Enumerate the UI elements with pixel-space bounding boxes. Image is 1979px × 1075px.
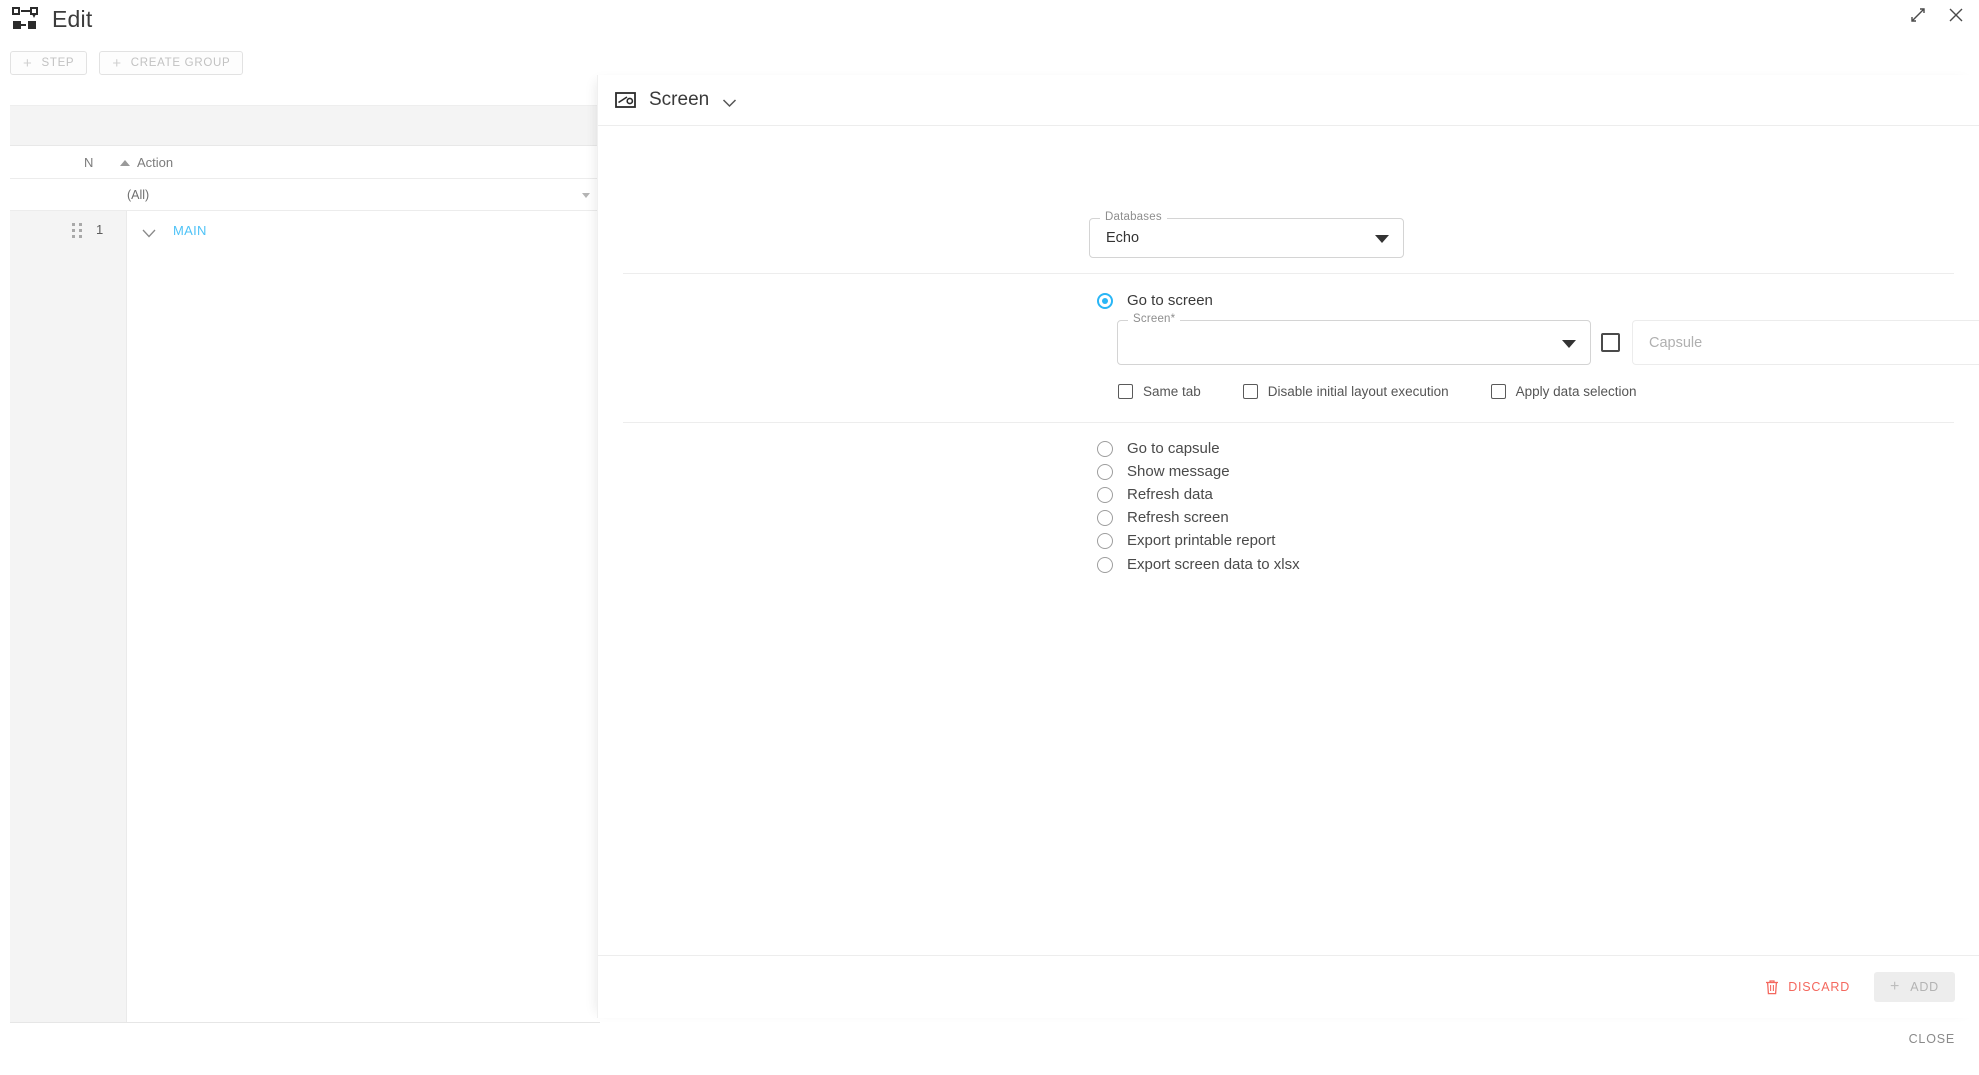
divider bbox=[623, 273, 1954, 274]
screen-icon bbox=[615, 91, 636, 109]
action-filter-value: (All) bbox=[127, 188, 150, 202]
radio-label: Export printable report bbox=[1127, 532, 1276, 549]
row-label-main[interactable]: MAIN bbox=[173, 223, 207, 238]
radio-show-message[interactable]: Show message bbox=[1097, 463, 1230, 480]
column-header-n: N bbox=[84, 155, 94, 170]
chevron-down-icon bbox=[582, 192, 590, 198]
radio-refresh-screen[interactable]: Refresh screen bbox=[1097, 509, 1229, 526]
title-row: Edit bbox=[12, 6, 92, 33]
action-filter-select[interactable]: (All) bbox=[127, 179, 600, 211]
detail-footer: DISCARD + ADD bbox=[598, 955, 1979, 1018]
drag-handle-icon[interactable] bbox=[72, 223, 83, 238]
radio-label: Refresh screen bbox=[1127, 509, 1229, 526]
checkbox-label: Disable initial layout execution bbox=[1267, 384, 1449, 399]
trash-icon bbox=[1765, 979, 1779, 995]
checkbox-label: Same tab bbox=[1143, 384, 1201, 399]
checkbox-same-tab[interactable]: Same tab bbox=[1118, 384, 1201, 399]
close-icon[interactable] bbox=[1947, 6, 1965, 24]
checkbox-apply-data-selection[interactable]: Apply data selection bbox=[1490, 384, 1637, 399]
radio-go-to-capsule[interactable]: Go to capsule bbox=[1097, 440, 1220, 457]
radio-unselected-icon bbox=[1097, 532, 1113, 549]
flow-diagram-icon bbox=[12, 6, 40, 33]
row-number: 1 bbox=[96, 222, 104, 237]
radio-unselected-icon bbox=[1097, 440, 1113, 457]
plus-icon: + bbox=[1890, 978, 1901, 995]
plus-icon: + bbox=[23, 54, 33, 72]
capsule-placeholder: Capsule bbox=[1649, 334, 1703, 351]
divider bbox=[623, 422, 1954, 423]
chevron-down-icon[interactable] bbox=[722, 95, 737, 108]
checkbox-label: Apply data selection bbox=[1515, 384, 1637, 399]
add-step-label: STEP bbox=[41, 57, 75, 69]
radio-unselected-icon bbox=[1097, 556, 1113, 573]
databases-legend: Databases bbox=[1100, 211, 1167, 223]
detail-title: Screen bbox=[649, 89, 710, 110]
checkbox-disable-initial-layout-execution[interactable]: Disable initial layout execution bbox=[1242, 384, 1449, 399]
steps-list-panel: N Action (All) 1 MAIN bbox=[10, 105, 600, 1023]
chevron-down-icon bbox=[1562, 339, 1576, 348]
expand-icon[interactable] bbox=[1909, 6, 1927, 24]
detail-panel: Screen Databases Echo Go to screen Scree… bbox=[597, 75, 1979, 1018]
list-header-row: N Action bbox=[10, 146, 600, 179]
add-step-button[interactable]: + STEP bbox=[10, 51, 88, 75]
create-group-label: CREATE GROUP bbox=[130, 57, 231, 69]
table-row[interactable]: 1 MAIN bbox=[10, 211, 600, 251]
chevron-down-icon[interactable] bbox=[142, 225, 156, 238]
page-title: Edit bbox=[52, 6, 93, 32]
capsule-enable-checkbox[interactable] bbox=[1601, 333, 1620, 352]
list-toolbar bbox=[10, 106, 600, 146]
discard-button[interactable]: DISCARD bbox=[1759, 974, 1856, 1000]
add-label: ADD bbox=[1910, 980, 1939, 994]
screen-options-checkbox-row: Same tab Disable initial layout executio… bbox=[1118, 384, 1636, 399]
list-gutter bbox=[10, 146, 127, 1022]
radio-label: Export screen data to xlsx bbox=[1127, 556, 1300, 573]
chevron-down-icon bbox=[1375, 235, 1389, 243]
editor-toolbar: + STEP + CREATE GROUP bbox=[10, 51, 244, 75]
radio-label: Go to screen bbox=[1127, 292, 1213, 309]
checkbox-icon bbox=[1490, 384, 1506, 399]
checkbox-icon bbox=[1118, 384, 1133, 399]
create-group-button[interactable]: + CREATE GROUP bbox=[99, 51, 244, 75]
discard-label: DISCARD bbox=[1788, 980, 1851, 994]
radio-refresh-data[interactable]: Refresh data bbox=[1097, 486, 1213, 503]
screen-select[interactable]: Screen* bbox=[1117, 313, 1591, 365]
checkbox-icon bbox=[1242, 384, 1258, 399]
sort-ascending-icon bbox=[120, 159, 130, 166]
column-header-action[interactable]: Action bbox=[120, 155, 173, 170]
window-controls bbox=[1909, 6, 1965, 24]
column-header-action-label: Action bbox=[137, 155, 174, 170]
radio-label: Show message bbox=[1127, 463, 1230, 480]
plus-icon: + bbox=[112, 54, 122, 72]
screen-legend: Screen* bbox=[1128, 313, 1181, 325]
radio-export-screen-data-to-xlsx[interactable]: Export screen data to xlsx bbox=[1097, 556, 1300, 573]
capsule-select[interactable]: Capsule bbox=[1632, 320, 1979, 365]
radio-unselected-icon bbox=[1097, 463, 1113, 480]
radio-unselected-icon bbox=[1097, 486, 1113, 503]
radio-export-printable-report[interactable]: Export printable report bbox=[1097, 532, 1275, 549]
app-header: Edit bbox=[0, 0, 1979, 46]
radio-label: Go to capsule bbox=[1127, 440, 1220, 457]
detail-header: Screen bbox=[598, 75, 1979, 126]
close-button[interactable]: CLOSE bbox=[1909, 1032, 1955, 1046]
radio-label: Refresh data bbox=[1127, 486, 1213, 503]
radio-selected-icon bbox=[1097, 292, 1113, 309]
add-button[interactable]: + ADD bbox=[1874, 972, 1955, 1002]
radio-unselected-icon bbox=[1097, 509, 1113, 526]
radio-go-to-screen[interactable]: Go to screen bbox=[1097, 292, 1213, 309]
databases-select[interactable]: Databases Echo bbox=[1089, 211, 1404, 258]
databases-value: Echo bbox=[1106, 230, 1140, 246]
list-filter-row: (All) bbox=[10, 179, 600, 211]
